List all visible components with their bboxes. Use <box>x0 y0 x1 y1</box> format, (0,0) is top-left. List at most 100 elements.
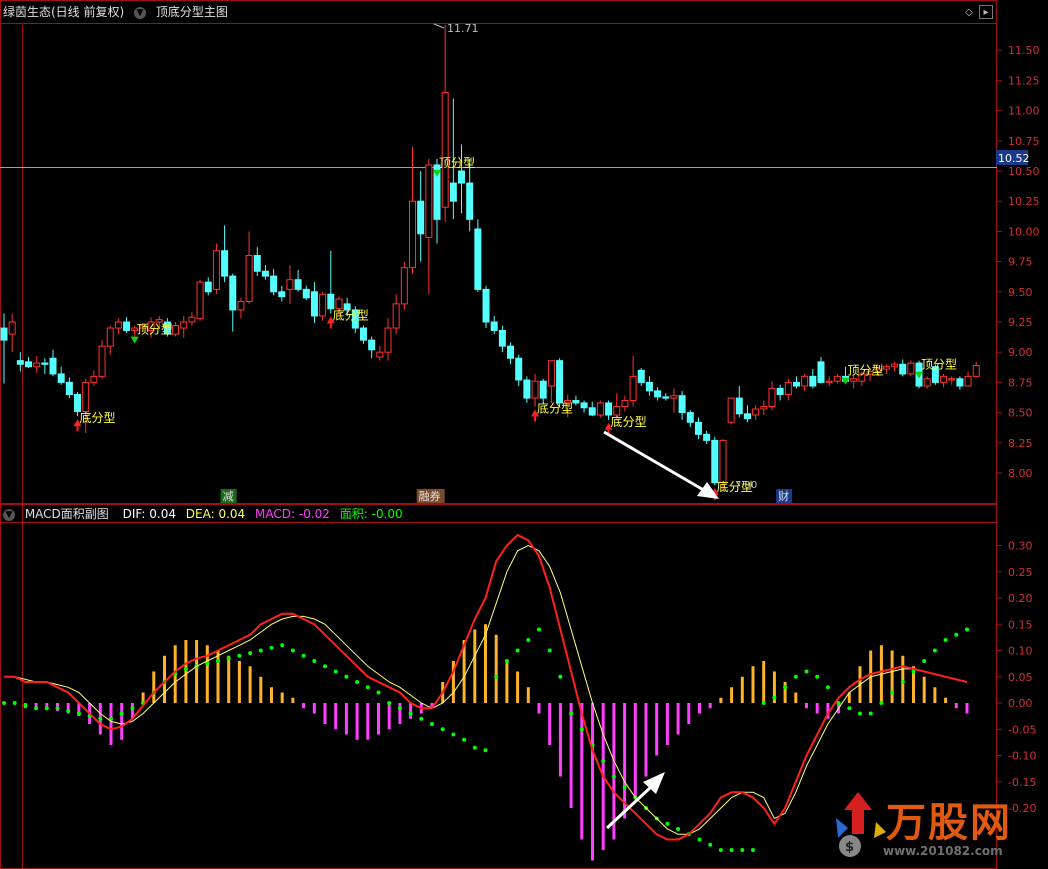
candle-up <box>384 327 392 353</box>
area-dot <box>922 659 927 663</box>
candle-up <box>180 321 188 329</box>
candle-up <box>212 250 220 290</box>
area-dot <box>76 711 81 716</box>
candle-down <box>523 379 531 399</box>
candle-up <box>833 375 841 382</box>
price-axis: 11.50 11.25 11.00 10.75 10.50 10.25 10.00 9.75 9… <box>997 44 1040 480</box>
dea-value: DEA: 0.04 <box>185 507 246 521</box>
candle-down <box>474 228 482 290</box>
high-price-label: 11.71 <box>447 22 479 35</box>
area-dot <box>269 645 274 650</box>
chevron-down-icon[interactable]: ▼ <box>3 508 15 521</box>
area-dot <box>890 690 895 695</box>
candle-down <box>572 400 580 404</box>
candle-down <box>498 329 506 347</box>
candle-down <box>310 291 318 317</box>
area-dot <box>301 653 306 658</box>
area-dot <box>537 627 541 632</box>
area-dot <box>387 701 392 705</box>
candle-down <box>25 361 33 368</box>
price-tick-label: 9.75 <box>1008 256 1033 269</box>
high-marker-line <box>433 23 445 29</box>
area-dot <box>344 674 349 679</box>
candle-up <box>286 279 294 290</box>
area-dot <box>579 727 584 732</box>
macd-tick-label: 0.10 <box>1008 645 1033 658</box>
candle-down <box>123 321 131 331</box>
candle-up <box>907 362 915 375</box>
area-dot <box>804 669 809 674</box>
area-dot <box>23 703 28 708</box>
candle-up <box>596 402 604 416</box>
main-indicator-title[interactable]: 顶底分型主图 <box>156 5 228 19</box>
candle-down <box>261 270 269 277</box>
candle-down <box>221 250 229 277</box>
candle-up <box>825 380 833 383</box>
price-tick-label: 8.25 <box>1008 437 1033 450</box>
candle-up <box>90 375 98 383</box>
candle-down <box>556 360 564 404</box>
candle-up <box>188 316 196 323</box>
area-dot <box>66 708 71 713</box>
area-dot <box>376 690 381 695</box>
price-tick-label: 11.50 <box>1008 44 1040 57</box>
area-dot <box>858 711 862 716</box>
area-dot <box>98 716 103 721</box>
area-dot <box>355 680 360 684</box>
area-dot <box>622 785 627 789</box>
candle-up <box>392 303 400 329</box>
main-header: 绿茵生态(日线 前复权) ▼ 顶底分型主图 <box>3 2 234 22</box>
candle-down <box>678 395 686 414</box>
area-dot <box>397 706 402 711</box>
fractal-markers: 底分型顶分型底分型顶分型底分型底分型底分型顶分型 顶分型 <box>73 156 957 501</box>
macd-tick-label: -0.05 <box>1008 723 1036 736</box>
event-label: 减 <box>223 490 234 503</box>
candle-up <box>114 321 122 329</box>
price-tick-label: 9.00 <box>1008 346 1033 359</box>
candle-up <box>964 375 972 387</box>
area-dot <box>248 651 253 656</box>
area-dot <box>430 722 434 726</box>
candle-up <box>409 200 416 269</box>
area-dot <box>55 706 60 711</box>
area-dot <box>611 774 616 779</box>
area-dot <box>879 701 884 705</box>
candle-down <box>711 439 719 484</box>
price-tick-label: 8.50 <box>1008 407 1033 420</box>
candle-up <box>441 91 449 208</box>
diamond-icon[interactable]: ◇ <box>962 6 976 20</box>
candle-down <box>49 357 57 375</box>
area-dot <box>783 685 788 690</box>
macd-tick-label: -0.10 <box>1008 750 1036 763</box>
main-chart[interactable]: 11.50 11.25 11.00 10.75 10.50 10.25 10.00 9.75 9… <box>0 0 1048 869</box>
candle-down <box>204 281 212 293</box>
area-dot <box>440 727 445 732</box>
candle-up <box>245 255 253 302</box>
sub-header: ▼ MACD面积副图 DIF: 0.04 DEA: 0.04 MACD: -0.… <box>3 504 409 524</box>
candle-down <box>449 182 457 202</box>
price-tick-label: 8.00 <box>1008 467 1033 480</box>
stock-title[interactable]: 绿茵生态(日线 前复权) <box>3 5 124 19</box>
candle-down <box>270 275 278 293</box>
watermark-title: 万股网 <box>886 800 1012 846</box>
area-dot <box>526 638 531 642</box>
sub-indicator-title[interactable]: MACD面积副图 <box>25 507 109 521</box>
candle-up <box>727 397 735 423</box>
candle-up <box>613 406 621 416</box>
price-tick-label: 8.75 <box>1008 376 1033 389</box>
area-dot <box>280 643 285 648</box>
macd-value: MACD: -0.02 <box>255 507 330 521</box>
dif-value: DIF: 0.04 <box>122 507 176 521</box>
expand-icon[interactable]: ▸ <box>979 5 993 19</box>
candle-down <box>482 288 490 323</box>
white-arrow-down <box>603 430 719 499</box>
area-dot <box>312 659 317 663</box>
candle-down <box>278 291 286 298</box>
candle-up <box>106 327 114 347</box>
candle-down <box>41 362 49 365</box>
candle-down <box>686 412 694 423</box>
chevron-down-icon[interactable]: ▼ <box>134 6 147 19</box>
watermark-logo-icon: $ <box>836 792 886 857</box>
price-tick-label: 9.25 <box>1008 316 1033 329</box>
candle-up <box>940 375 948 383</box>
